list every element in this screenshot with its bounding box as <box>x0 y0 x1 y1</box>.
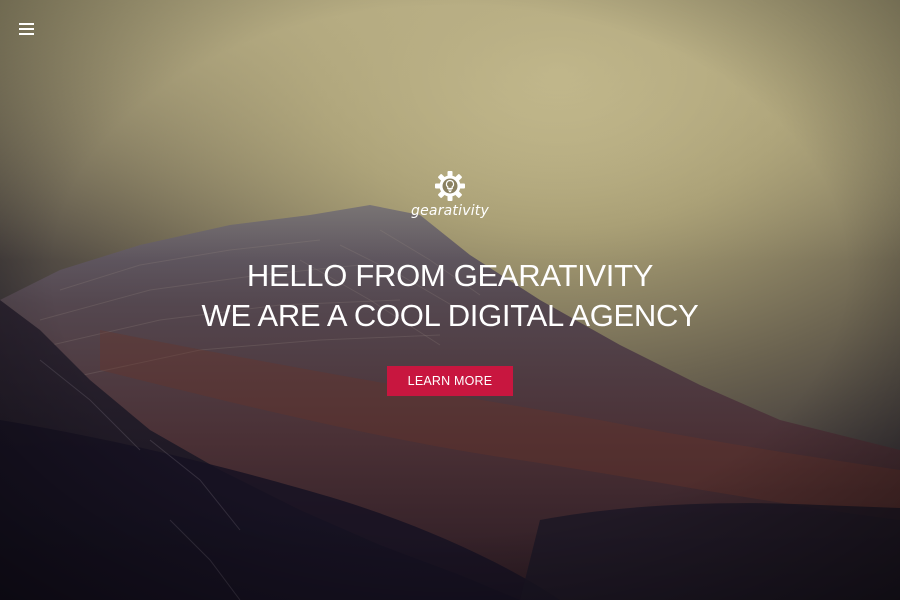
hero-headline-line-2: WE ARE A COOL DIGITAL AGENCY <box>201 298 699 333</box>
brand-name: gearativity <box>411 203 489 219</box>
hero-headline: HELLO FROM GEARATIVITY WE ARE A COOL DIG… <box>0 256 900 336</box>
hero-headline-line-1: HELLO FROM GEARATIVITY <box>246 258 654 293</box>
menu-button[interactable] <box>14 18 40 40</box>
hamburger-menu-icon-bar <box>19 28 34 30</box>
hero-section: gearativity HELLO FROM GEARATIVITY WE AR… <box>0 0 900 600</box>
brand-logo[interactable]: gearativity <box>350 170 550 219</box>
learn-more-button[interactable]: LEARN MORE <box>387 366 513 396</box>
gear-lightbulb-icon <box>435 171 465 201</box>
hamburger-menu-icon <box>19 23 34 25</box>
hamburger-menu-icon-bar <box>19 33 34 35</box>
